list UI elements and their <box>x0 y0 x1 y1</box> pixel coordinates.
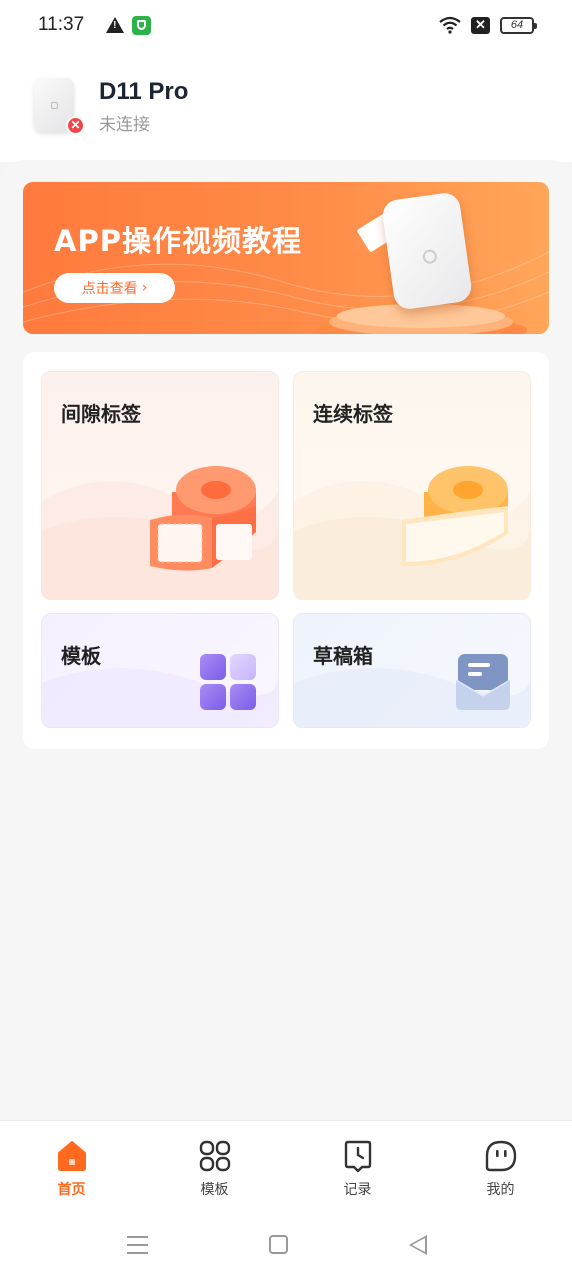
chevron-right-icon: › <box>141 280 148 296</box>
system-navigation-bar <box>0 1206 572 1280</box>
bottom-navigation: 首页 模板 记录 我的 <box>0 1120 572 1206</box>
profile-icon <box>485 1140 516 1172</box>
battery-level: 64 <box>510 19 524 31</box>
battery-icon: 64 <box>500 16 537 34</box>
back-icon[interactable] <box>409 1235 427 1255</box>
nav-home-label: 首页 <box>57 1182 86 1198</box>
status-time: 11:37 <box>38 14 85 35</box>
recent-apps-icon[interactable] <box>127 1236 148 1254</box>
nav-templates-label: 模板 <box>200 1182 229 1198</box>
inbox-icon <box>455 654 511 710</box>
nav-home[interactable]: 首页 <box>0 1121 143 1206</box>
continuous-label-title: 连续标签 <box>313 402 393 426</box>
device-connection-status: 未连接 <box>99 115 150 135</box>
nav-profile-label: 我的 <box>486 1182 515 1198</box>
warning-icon <box>106 17 125 33</box>
disconnected-icon: ✕ <box>66 116 85 135</box>
shield-icon <box>132 15 152 35</box>
gap-label-card[interactable]: 间隙标签 <box>41 371 279 600</box>
label-roll-icon <box>150 466 256 571</box>
home-button-icon[interactable] <box>269 1235 288 1254</box>
continuous-label-card[interactable]: 连续标签 <box>293 371 531 600</box>
tutorial-banner[interactable]: APP操作视频教程 点击查看 › <box>23 182 549 334</box>
nav-records[interactable]: 记录 <box>286 1121 429 1206</box>
nav-templates[interactable]: 模板 <box>143 1121 286 1206</box>
grid-icon <box>200 654 256 710</box>
gap-label-title: 间隙标签 <box>61 402 141 426</box>
drafts-card[interactable]: 草稿箱 <box>293 613 531 728</box>
home-icon <box>57 1141 86 1171</box>
grid-icon <box>199 1140 230 1172</box>
label-roll-icon <box>402 466 508 567</box>
device-header[interactable]: ✕ D11 Pro 未连接 <box>0 50 572 162</box>
banner-printer-image <box>380 191 474 311</box>
status-right-icons: ✕ 64 <box>439 16 537 34</box>
banner-title: APP操作视频教程 <box>54 224 302 258</box>
no-sim-icon: ✕ <box>471 16 490 34</box>
status-left-icons <box>106 15 152 35</box>
wifi-icon <box>439 16 461 34</box>
view-tutorial-button[interactable]: 点击查看 › <box>54 273 175 303</box>
nav-profile[interactable]: 我的 <box>429 1121 572 1206</box>
nav-records-label: 记录 <box>343 1182 372 1198</box>
device-name[interactable]: D11 Pro <box>99 78 188 106</box>
templates-title: 模板 <box>61 644 101 668</box>
drafts-title: 草稿箱 <box>313 644 373 668</box>
templates-card[interactable]: 模板 <box>41 613 279 728</box>
view-tutorial-label: 点击查看 <box>81 281 138 297</box>
status-bar: 11:37 ✕ 64 <box>0 0 572 50</box>
record-icon <box>344 1140 371 1173</box>
label-type-panel: 间隙标签 连续标签 模板 草稿箱 <box>23 352 549 749</box>
